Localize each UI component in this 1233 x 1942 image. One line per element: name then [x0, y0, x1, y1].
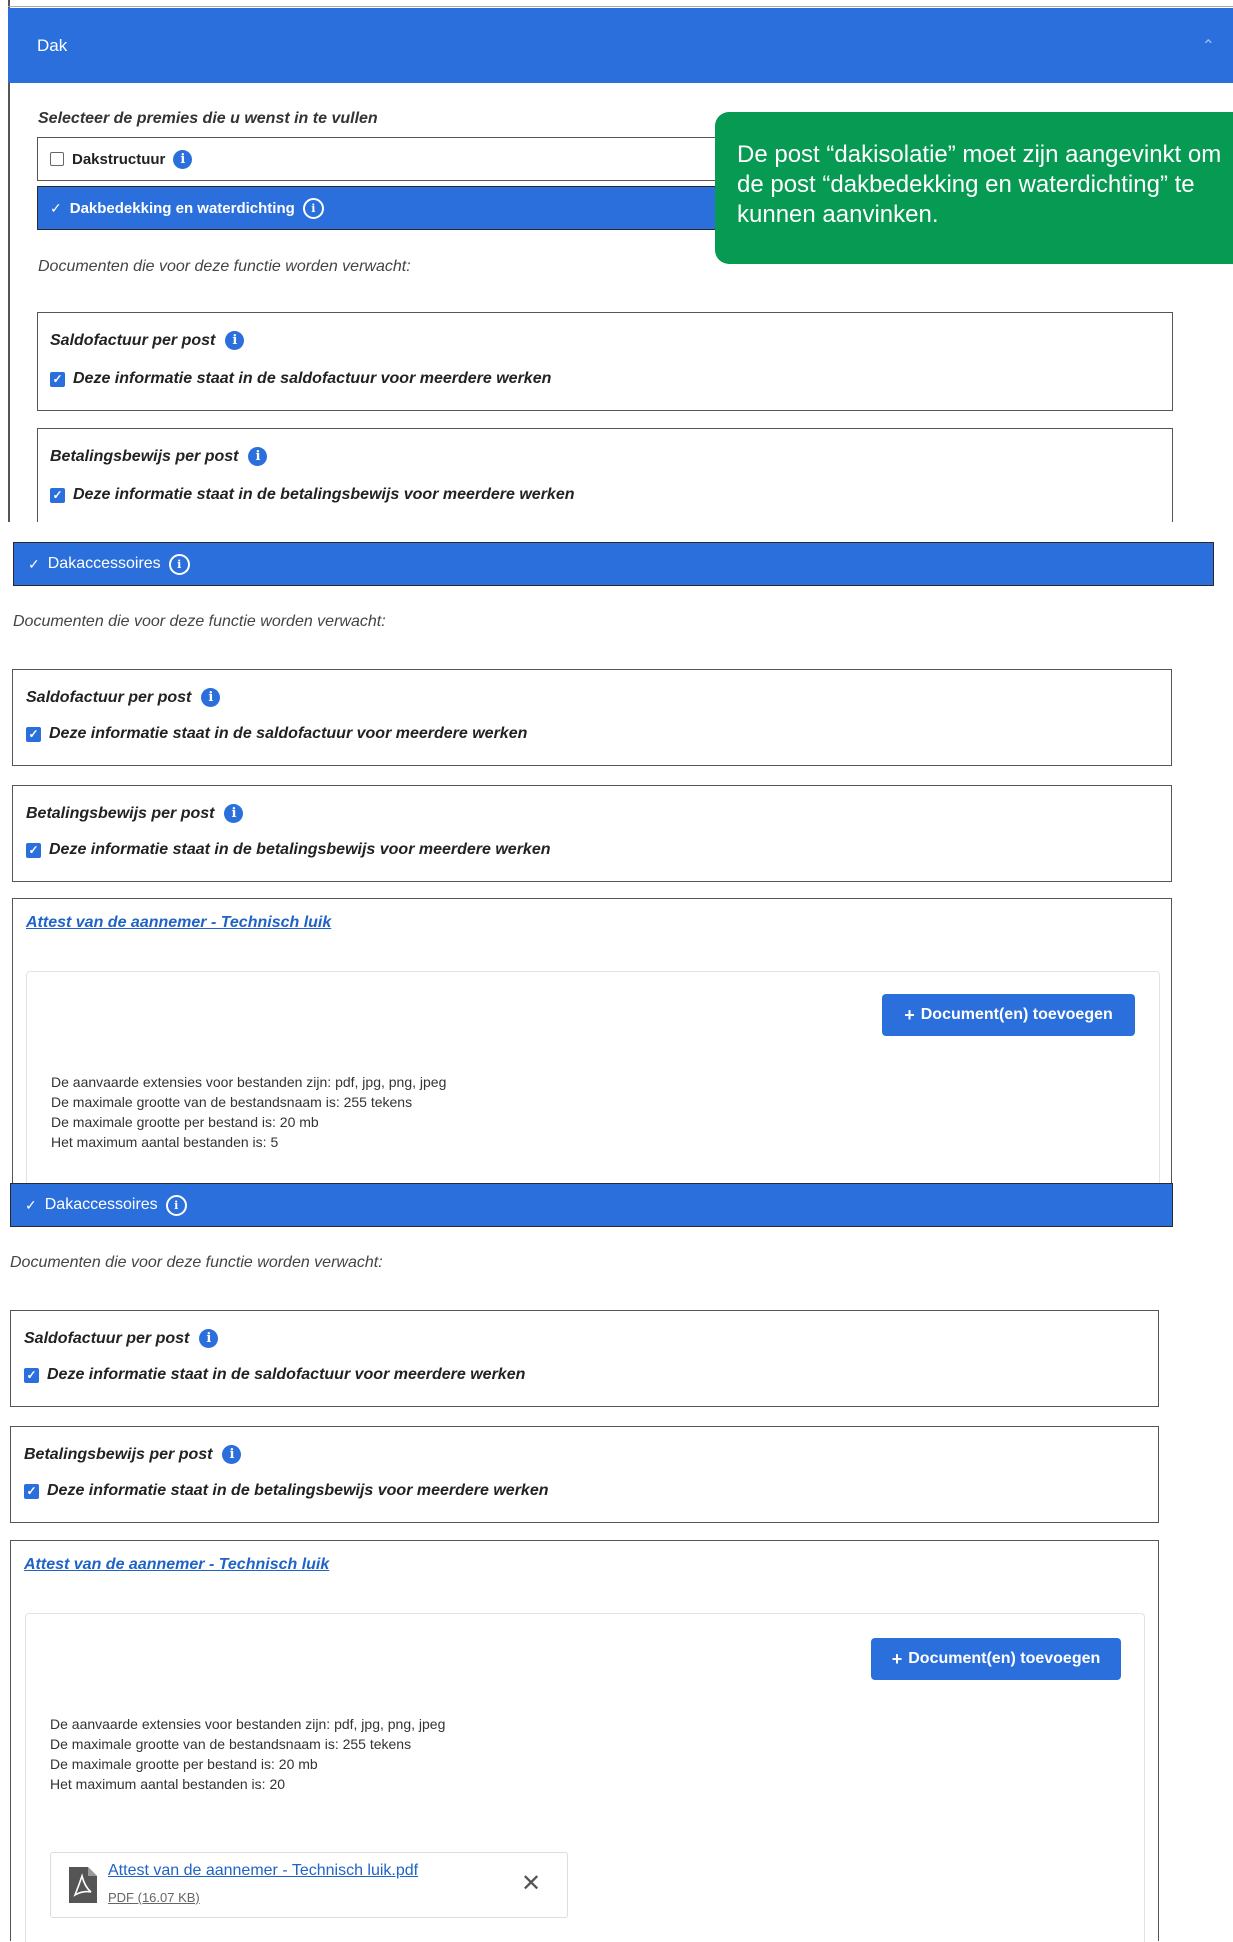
betaling-box: Betalingsbewijs per post i ✓ Deze inform…: [12, 785, 1172, 882]
betaling-check-label: Deze informatie staat in de betalingsbew…: [49, 841, 551, 858]
rule-extensions: De aanvaarde extensies voor bestanden zi…: [51, 1074, 447, 1090]
panel-top-border: [8, 6, 1233, 7]
rule-filesize: De maximale grootte per bestand is: 20 m…: [51, 1114, 319, 1130]
betaling-title-row: Betalingsbewijs per post i: [26, 804, 244, 823]
saldo-box: Saldofactuur per post i ✓ Deze informati…: [12, 669, 1172, 766]
attest-link[interactable]: Attest van de aannemer - Technisch luik: [26, 914, 331, 932]
betaling-box: Betalingsbewijs per post i ✓ Deze inform…: [10, 1426, 1159, 1523]
add-document-button[interactable]: + Document(en) toevoegen: [871, 1638, 1121, 1680]
file-name-link[interactable]: Attest van de aannemer - Technisch luik.…: [108, 1862, 418, 1880]
chevron-up-icon[interactable]: ⌃: [1202, 36, 1215, 56]
rule-maxfiles: Het maximum aantal bestanden is: 20: [50, 1776, 286, 1792]
upload-rules: De aanvaarde extensies voor bestanden zi…: [50, 1714, 445, 1794]
saldo-title-row: Saldofactuur per post i: [50, 331, 245, 350]
docs-expected-text: Documenten die voor deze functie worden …: [38, 258, 411, 275]
saldo-check-label: Deze informatie staat in de saldofactuur…: [47, 1366, 526, 1383]
option-label: Dakaccessoires: [44, 1196, 158, 1213]
check-icon: ✓: [50, 199, 62, 216]
docs-expected-text: Documenten die voor deze functie worden …: [13, 613, 386, 630]
checkbox-checked[interactable]: ✓: [50, 371, 65, 387]
add-document-label: Document(en) toevoegen: [908, 1650, 1101, 1667]
info-icon[interactable]: i: [302, 197, 324, 219]
close-icon[interactable]: ✕: [521, 1869, 541, 1899]
betaling-title-row: Betalingsbewijs per post i: [50, 447, 268, 466]
saldo-check-row[interactable]: ✓ Deze informatie staat in de saldofactu…: [50, 370, 551, 388]
info-icon[interactable]: i: [225, 331, 245, 350]
accordion-title: Dak: [37, 35, 68, 55]
saldo-check-label: Deze informatie staat in de saldofactuur…: [73, 370, 552, 387]
attest-box: Attest van de aannemer - Technisch luik …: [10, 1540, 1159, 1942]
option-dakstructuur[interactable]: Dakstructuur i: [37, 137, 797, 181]
check-icon: ✓: [28, 555, 40, 572]
saldo-check-label: Deze informatie staat in de saldofactuur…: [49, 725, 528, 742]
checkbox-checked[interactable]: ✓: [50, 487, 65, 503]
rule-filename: De maximale grootte van de bestandsnaam …: [50, 1736, 412, 1752]
checkbox-checked[interactable]: ✓: [24, 1367, 39, 1383]
checkbox-checked[interactable]: ✓: [26, 842, 41, 858]
betaling-title: Betalingsbewijs per post: [50, 447, 239, 465]
upload-area: + Document(en) toevoegen De aanvaarde ex…: [25, 1613, 1145, 1942]
saldo-title: Saldofactuur per post: [26, 688, 192, 706]
option-label: Dakaccessoires: [47, 555, 161, 572]
accordion-header-dak[interactable]: Dak ⌃: [8, 8, 1233, 83]
betaling-title-row: Betalingsbewijs per post i: [24, 1445, 242, 1464]
add-document-label: Document(en) toevoegen: [920, 1006, 1113, 1023]
checkbox-checked[interactable]: ✓: [24, 1483, 39, 1499]
betaling-check-row[interactable]: ✓ Deze informatie staat in de betalingsb…: [26, 841, 551, 859]
saldo-box: Saldofactuur per post i ✓ Deze informati…: [10, 1310, 1159, 1407]
saldo-check-row[interactable]: ✓ Deze informatie staat in de saldofactu…: [26, 725, 527, 743]
option-dakbedekking[interactable]: ✓ Dakbedekking en waterdichting i: [37, 186, 797, 230]
rule-extensions: De aanvaarde extensies voor bestanden zi…: [50, 1716, 446, 1732]
betaling-title: Betalingsbewijs per post: [26, 804, 215, 822]
add-document-button[interactable]: + Document(en) toevoegen: [882, 994, 1135, 1036]
option-label: Dakbedekking en waterdichting: [69, 199, 295, 217]
info-icon[interactable]: i: [173, 149, 193, 169]
file-meta: PDF (16.07 KB): [108, 1890, 200, 1905]
attest-link[interactable]: Attest van de aannemer - Technisch luik: [24, 1556, 329, 1574]
uploaded-file: Attest van de aannemer - Technisch luik.…: [50, 1852, 568, 1918]
betaling-check-label: Deze informatie staat in de betalingsbew…: [73, 486, 575, 503]
upload-area: + Document(en) toevoegen De aanvaarde ex…: [26, 971, 1160, 1184]
rule-maxfiles: Het maximum aantal bestanden is: 5: [51, 1134, 279, 1150]
callout: De post “dakisolatie” moet zijn aangevin…: [715, 112, 1233, 264]
info-icon[interactable]: i: [224, 804, 244, 823]
saldo-box: Saldofactuur per post i ✓ Deze informati…: [37, 312, 1173, 411]
saldo-title-row: Saldofactuur per post i: [26, 688, 221, 707]
rule-filesize: De maximale grootte per bestand is: 20 m…: [50, 1756, 318, 1772]
betaling-check-row[interactable]: ✓ Deze informatie staat in de betalingsb…: [24, 1482, 549, 1500]
info-icon[interactable]: i: [168, 553, 190, 575]
plus-icon: +: [904, 1004, 915, 1025]
betaling-title: Betalingsbewijs per post: [24, 1445, 213, 1463]
option-dakaccessoires[interactable]: ✓ Dakaccessoires i: [13, 542, 1214, 586]
info-icon[interactable]: i: [222, 1445, 242, 1464]
select-prompt: Selecteer de premies die u wenst in te v…: [38, 110, 378, 127]
info-icon[interactable]: i: [199, 1329, 219, 1348]
option-label: Dakstructuur: [72, 150, 166, 168]
saldo-title: Saldofactuur per post: [50, 331, 216, 349]
info-icon[interactable]: i: [248, 447, 268, 466]
plus-icon: +: [891, 1648, 903, 1669]
checkbox-unchecked[interactable]: [50, 152, 64, 166]
checkbox-checked[interactable]: ✓: [26, 726, 41, 742]
betaling-check-label: Deze informatie staat in de betalingsbew…: [47, 1482, 549, 1499]
saldo-title: Saldofactuur per post: [24, 1329, 190, 1347]
docs-expected-text: Documenten die voor deze functie worden …: [10, 1254, 383, 1271]
saldo-title-row: Saldofactuur per post i: [24, 1329, 219, 1348]
info-icon[interactable]: i: [165, 1194, 187, 1216]
betaling-check-row[interactable]: ✓ Deze informatie staat in de betalingsb…: [50, 486, 575, 504]
upload-rules: De aanvaarde extensies voor bestanden zi…: [51, 1072, 446, 1152]
pdf-file-icon: [69, 1867, 97, 1903]
attest-box: Attest van de aannemer - Technisch luik …: [12, 898, 1172, 1184]
betaling-box: Betalingsbewijs per post i ✓ Deze inform…: [37, 428, 1173, 522]
rule-filename: De maximale grootte van de bestandsnaam …: [51, 1094, 413, 1110]
check-icon: ✓: [25, 1196, 37, 1213]
option-dakaccessoires[interactable]: ✓ Dakaccessoires i: [10, 1183, 1173, 1227]
saldo-check-row[interactable]: ✓ Deze informatie staat in de saldofactu…: [24, 1366, 525, 1384]
info-icon[interactable]: i: [201, 688, 221, 707]
callout-text: De post “dakisolatie” moet zijn aangevin…: [737, 141, 1222, 228]
